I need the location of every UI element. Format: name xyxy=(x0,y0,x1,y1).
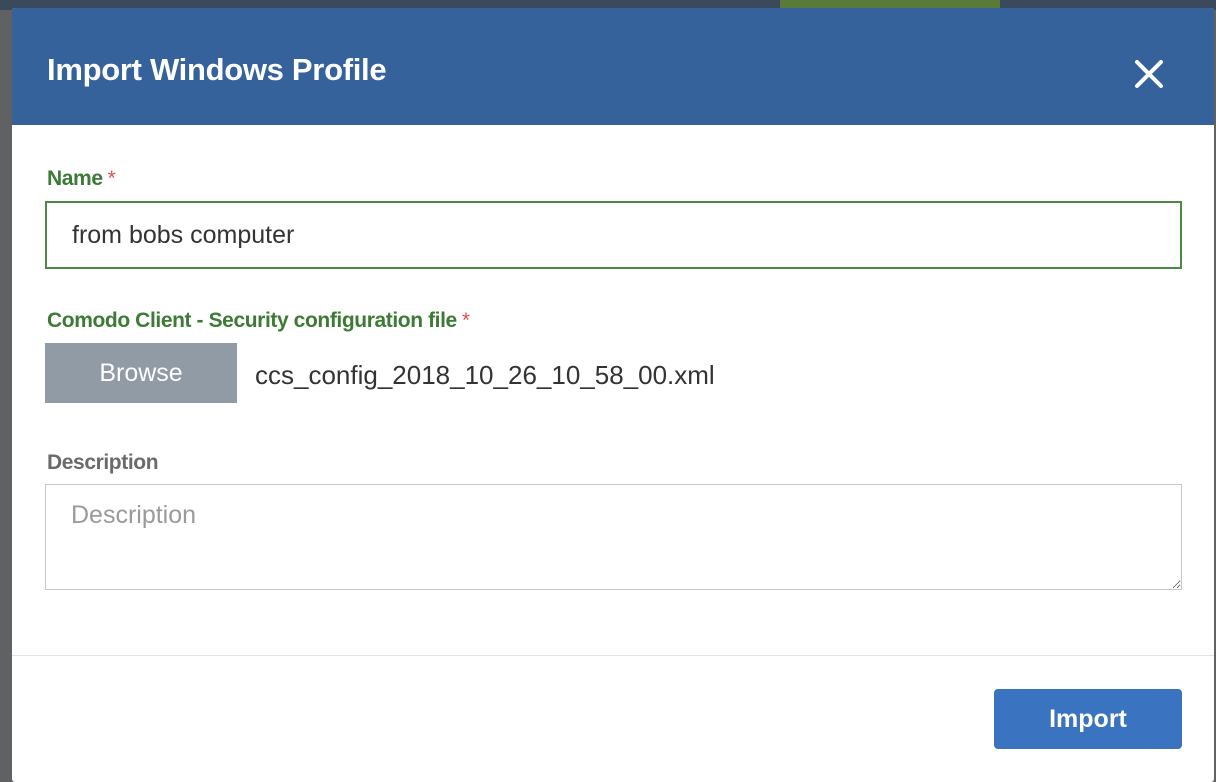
footer-divider xyxy=(12,655,1214,656)
name-label-text: Name xyxy=(47,167,103,190)
description-textarea[interactable] xyxy=(45,484,1182,590)
name-required-mark: * xyxy=(107,167,116,190)
description-label: Description xyxy=(47,451,159,474)
dialog-header: Import Windows Profile xyxy=(12,8,1214,125)
browse-button[interactable]: Browse xyxy=(45,343,237,403)
dialog-title: Import Windows Profile xyxy=(47,52,387,87)
config-file-required-mark: * xyxy=(461,309,470,332)
selected-file-name: ccs_config_2018_10_26_10_58_00.xml xyxy=(255,360,715,390)
close-button[interactable] xyxy=(1127,52,1171,96)
config-file-label: Comodo Client - Security configuration f… xyxy=(47,309,470,333)
config-file-label-text: Comodo Client - Security configuration f… xyxy=(47,309,457,332)
import-button[interactable]: Import xyxy=(994,689,1182,749)
import-profile-dialog: Import Windows Profile Name* Comodo Clie… xyxy=(12,8,1214,782)
name-input[interactable] xyxy=(45,201,1182,269)
name-label: Name * xyxy=(47,167,116,191)
close-icon xyxy=(1135,60,1163,88)
